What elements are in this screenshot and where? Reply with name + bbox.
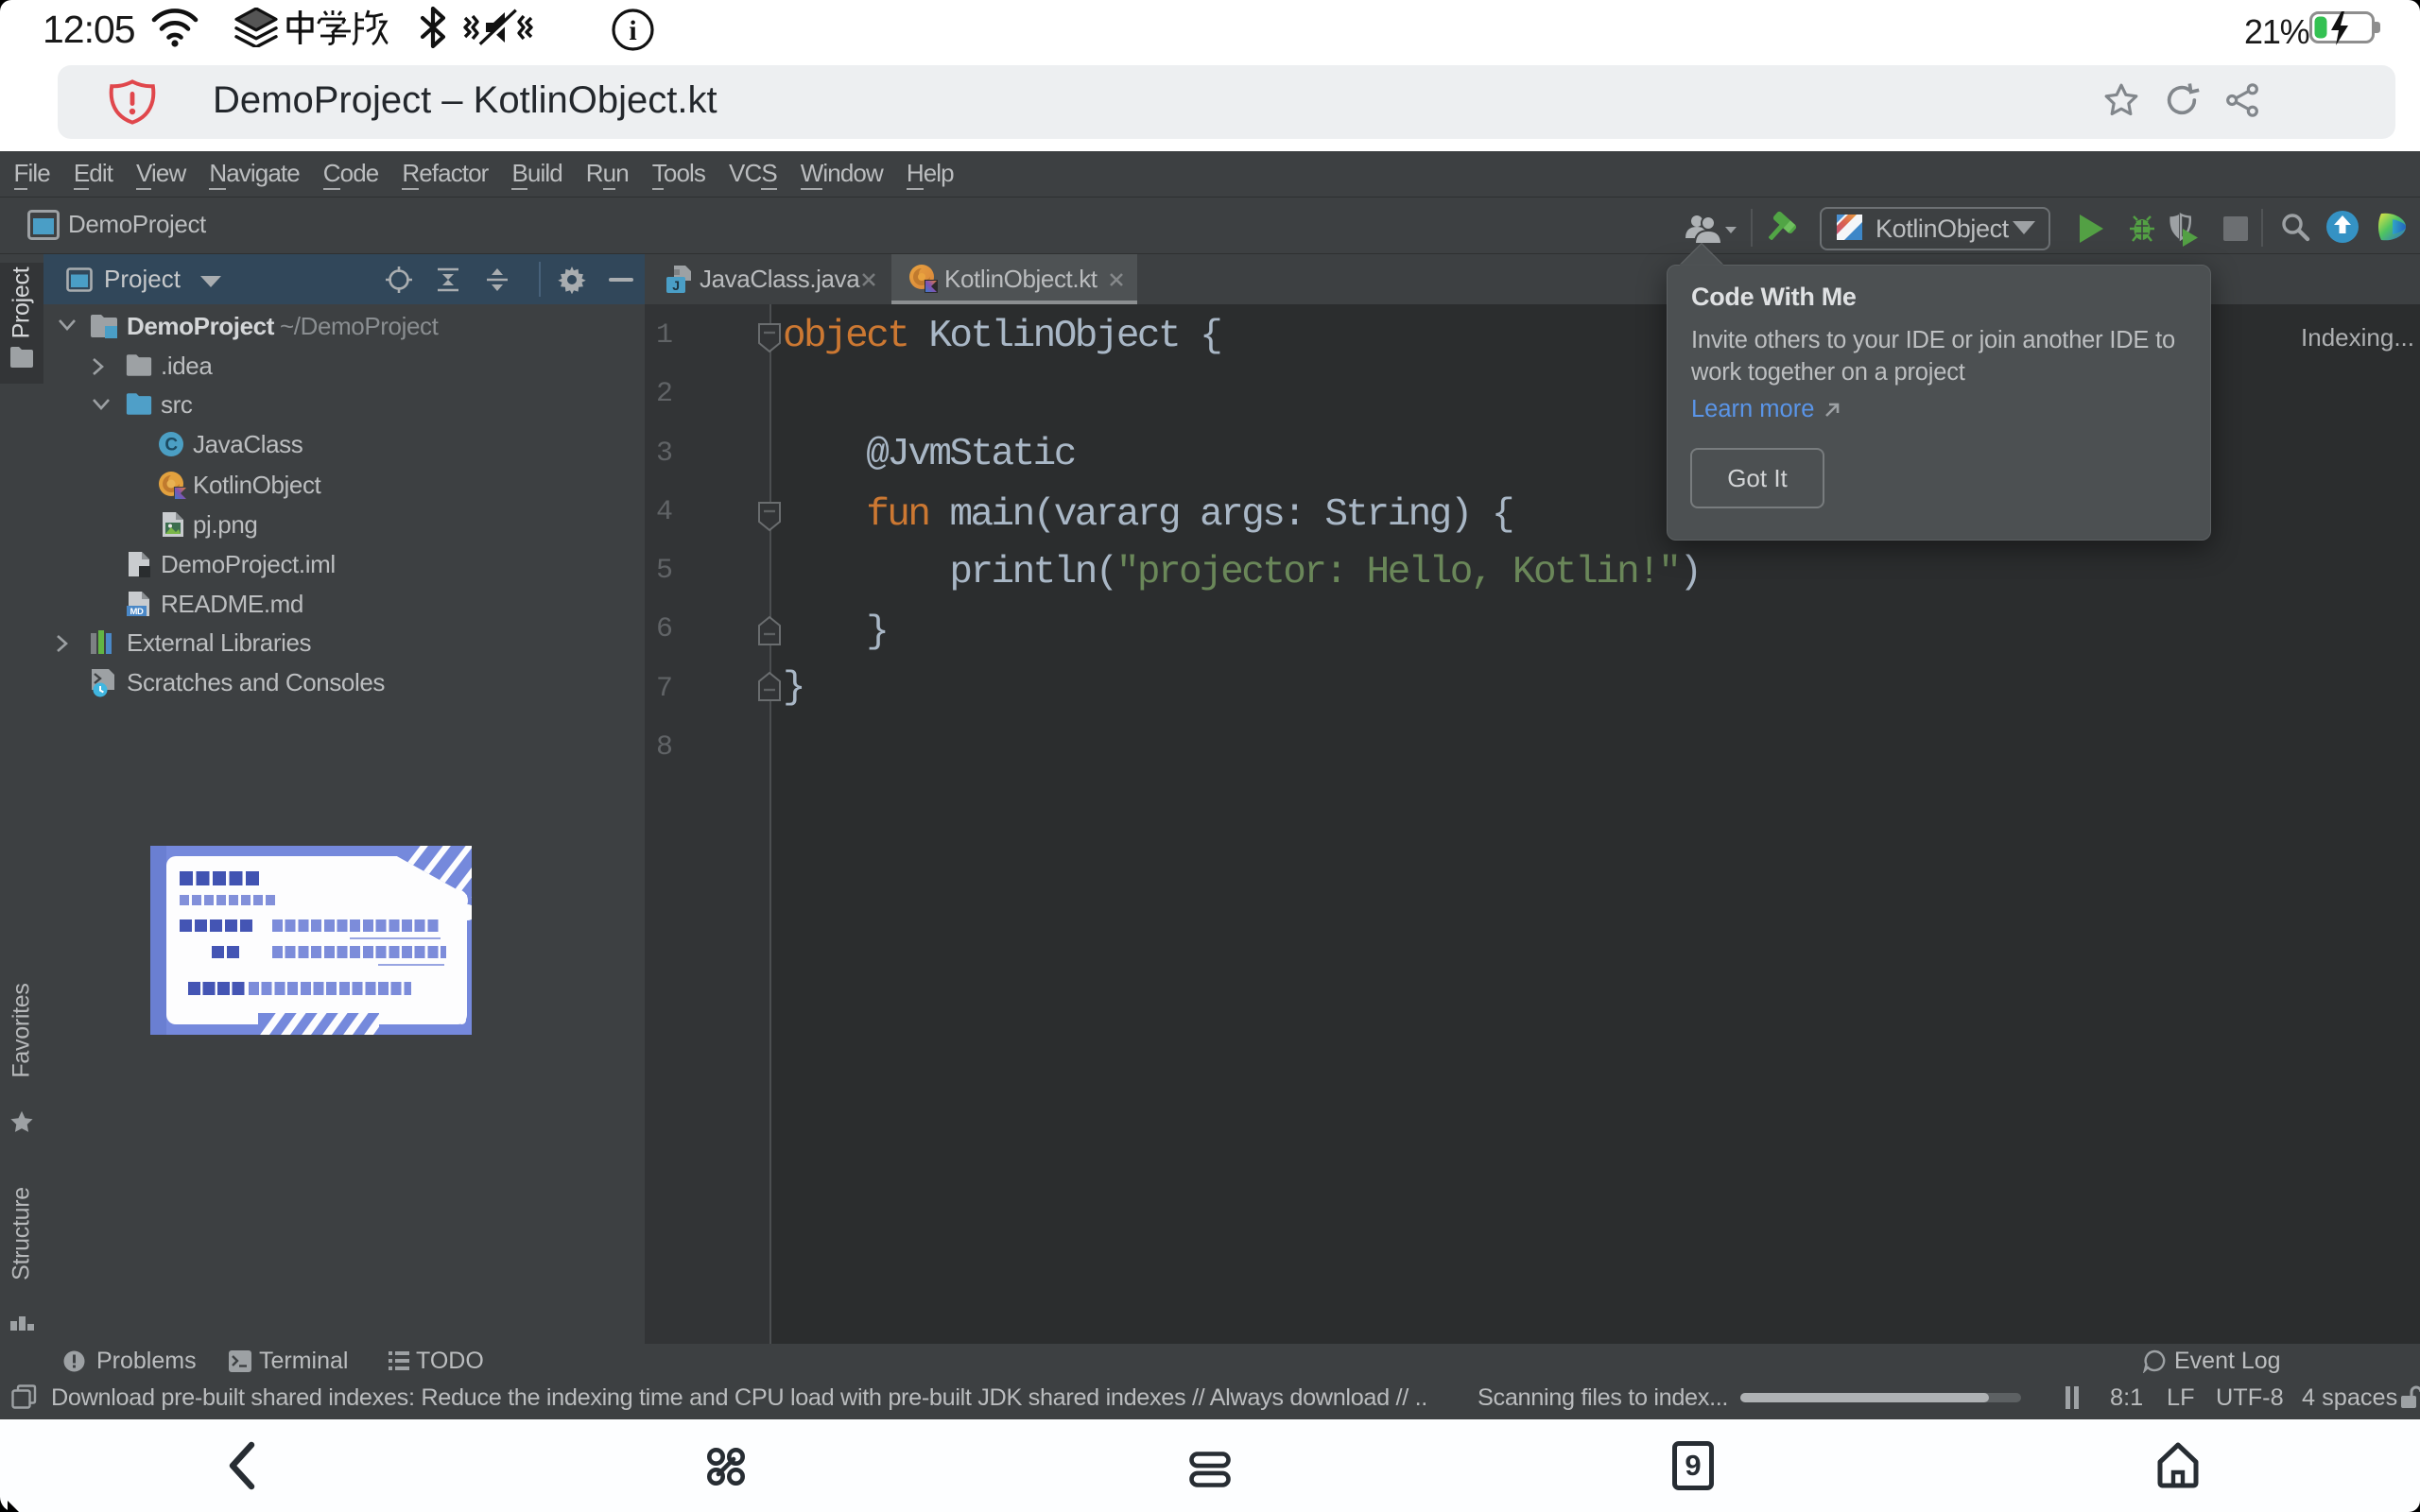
svg-text:J: J: [672, 278, 679, 293]
svg-text:C: C: [164, 436, 178, 455]
svg-text:i: i: [629, 15, 636, 46]
svg-text:MD: MD: [130, 607, 145, 617]
